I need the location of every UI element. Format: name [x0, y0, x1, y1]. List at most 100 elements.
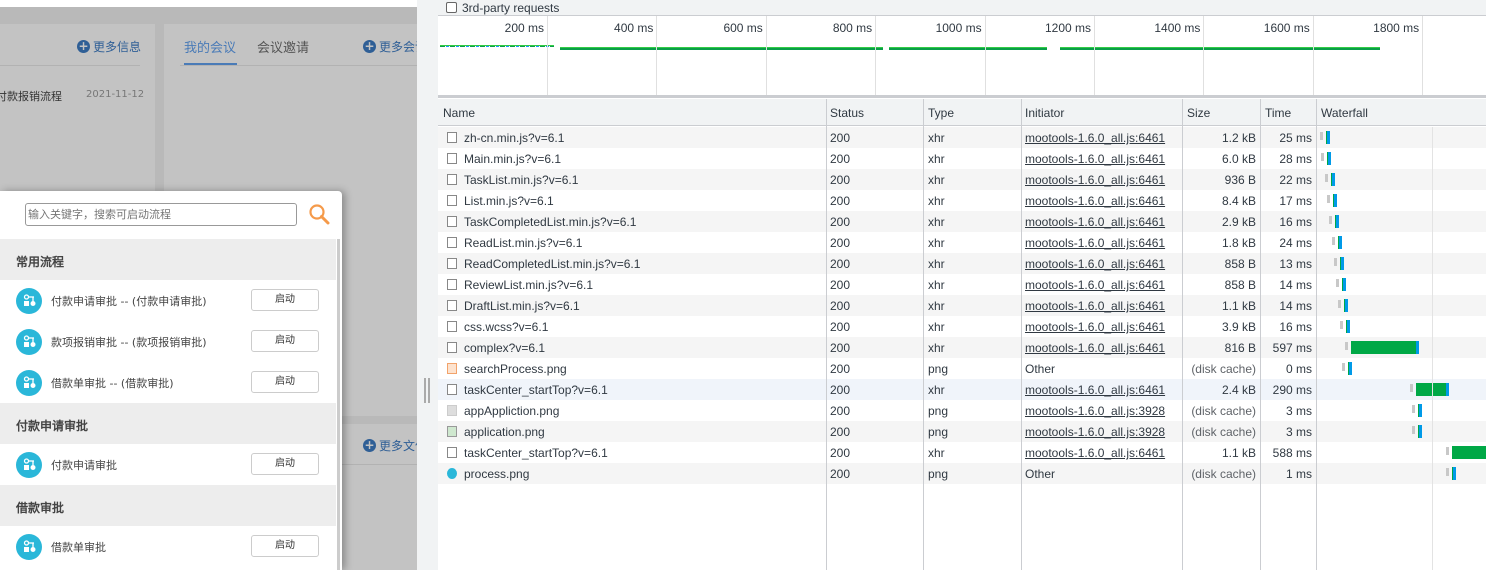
request-size: 858 B — [1224, 257, 1256, 271]
timeline-overview[interactable]: 200 ms 400 ms 600 ms 800 ms 1000 ms 1200 ms 14… — [438, 16, 1486, 98]
request-name[interactable]: TaskList.min.js?v=6.1 — [464, 173, 578, 187]
request-initiator[interactable]: mootools-1.6.0_all.js:6461 — [1025, 299, 1165, 313]
divider — [180, 65, 417, 66]
request-row[interactable]: Main.min.js?v=6.1 200 xhr mootools-1.6.0_al… — [438, 148, 1486, 169]
request-row[interactable]: zh-cn.min.js?v=6.1 200 xhr mootools-1.6.0_a… — [438, 127, 1486, 148]
request-row[interactable]: ReviewList.min.js?v=6.1 200 xhr mootools-1.… — [438, 274, 1486, 295]
request-name[interactable]: searchProcess.png — [464, 362, 567, 376]
drag-handle-icon[interactable] — [424, 378, 430, 403]
request-row[interactable]: TaskList.min.js?v=6.1 200 xhr mootools-1.6.… — [438, 169, 1486, 190]
request-row[interactable]: application.png 200 png mootools-1.6.0_all.… — [438, 421, 1486, 442]
panel-splitter[interactable] — [417, 0, 438, 570]
start-button[interactable]: 启动 — [251, 371, 319, 393]
request-name[interactable]: zh-cn.min.js?v=6.1 — [464, 131, 564, 145]
document-icon — [447, 384, 457, 395]
col-name[interactable]: Name — [443, 106, 475, 120]
request-initiator[interactable]: mootools-1.6.0_all.js:6461 — [1025, 383, 1165, 397]
process-item[interactable]: 款项报销审批 -- (款项报销审批) 启动 — [0, 321, 336, 362]
process-item[interactable]: 付款申请审批 启动 — [0, 444, 336, 485]
more-meetings-link[interactable]: +更多会议 — [363, 38, 417, 55]
request-type: png — [928, 362, 949, 376]
request-initiator[interactable]: mootools-1.6.0_all.js:6461 — [1025, 257, 1165, 271]
document-icon — [447, 258, 457, 269]
request-initiator[interactable]: mootools-1.6.0_all.js:3928 — [1025, 425, 1165, 439]
request-name[interactable]: css.wcss?v=6.1 — [464, 320, 548, 334]
request-size: 1.2 kB — [1221, 131, 1256, 145]
request-initiator[interactable]: mootools-1.6.0_all.js:6461 — [1025, 194, 1165, 208]
request-row[interactable]: taskCenter_startTop?v=6.1 200 xhr mootools-… — [438, 442, 1486, 463]
request-row[interactable]: ReadCompletedList.min.js?v=6.1 200 xhr moot… — [438, 253, 1486, 274]
waterfall-download-bar — [1419, 404, 1423, 417]
request-row[interactable]: appAppliction.png 200 png mootools-1.6.0_al… — [438, 400, 1486, 421]
process-search-input[interactable] — [25, 203, 297, 226]
col-type[interactable]: Type — [928, 106, 954, 120]
request-row[interactable]: complex?v=6.1 200 xhr mootools-1.6.0_all.js… — [438, 337, 1486, 358]
waterfall-queue-bar — [1332, 237, 1336, 245]
request-initiator[interactable]: mootools-1.6.0_all.js:6461 — [1025, 278, 1165, 292]
request-row[interactable]: process.png 200 png Other (disk cache) 1 ms — [438, 463, 1486, 484]
info-item-title[interactable]: 付款报销流程 — [0, 88, 62, 104]
request-initiator[interactable]: mootools-1.6.0_all.js:6461 — [1025, 446, 1165, 460]
request-status: 200 — [830, 446, 851, 460]
request-name[interactable]: appAppliction.png — [464, 404, 559, 418]
process-item-label: 款项报销审批 -- (款项报销审批) — [51, 336, 207, 349]
waterfall-download-bar — [1347, 320, 1350, 333]
request-name[interactable]: taskCenter_startTop?v=6.1 — [464, 383, 608, 397]
request-row[interactable]: ReadList.min.js?v=6.1 200 xhr mootools-1.6.… — [438, 232, 1486, 253]
request-row[interactable]: taskCenter_startTop?v=6.1 200 xhr mootools-… — [438, 379, 1486, 400]
checkbox[interactable] — [446, 2, 457, 13]
request-row[interactable]: searchProcess.png 200 png Other (disk cache)… — [438, 358, 1486, 379]
more-files-link[interactable]: +更多文件 — [363, 437, 417, 454]
process-flow-icon — [16, 329, 42, 355]
request-initiator[interactable]: mootools-1.6.0_all.js:6461 — [1025, 236, 1165, 250]
process-item[interactable]: 借款单审批 -- (借款审批) 启动 — [0, 362, 336, 403]
request-initiator[interactable]: mootools-1.6.0_all.js:6461 — [1025, 173, 1165, 187]
request-row[interactable]: css.wcss?v=6.1 200 xhr mootools-1.6.0_all.j… — [438, 316, 1486, 337]
request-name[interactable]: ReadCompletedList.min.js?v=6.1 — [464, 257, 640, 271]
request-name[interactable]: DraftList.min.js?v=6.1 — [464, 299, 580, 313]
request-initiator[interactable]: mootools-1.6.0_all.js:6461 — [1025, 341, 1165, 355]
request-name[interactable]: Main.min.js?v=6.1 — [464, 152, 561, 166]
third-party-filter[interactable]: 3rd-party requests — [438, 0, 1486, 16]
process-flow-icon — [16, 370, 42, 396]
start-button[interactable]: 启动 — [251, 535, 319, 557]
request-type: xhr — [928, 320, 945, 334]
request-name[interactable]: taskCenter_startTop?v=6.1 — [464, 446, 608, 460]
request-row[interactable]: DraftList.min.js?v=6.1 200 xhr mootools-1.6… — [438, 295, 1486, 316]
request-size: 816 B — [1224, 341, 1256, 355]
request-time: 13 ms — [1279, 257, 1312, 271]
more-info-link[interactable]: + 更多信息 — [77, 38, 141, 55]
request-initiator[interactable]: mootools-1.6.0_all.js:6461 — [1025, 215, 1165, 229]
request-initiator[interactable]: mootools-1.6.0_all.js:3928 — [1025, 404, 1165, 418]
request-row[interactable]: TaskCompletedList.min.js?v=6.1 200 xhr moot… — [438, 211, 1486, 232]
process-item[interactable]: 借款单审批 启动 — [0, 526, 336, 567]
tab-meeting-invites[interactable]: 会议邀请 — [257, 37, 309, 56]
scrollbar[interactable] — [337, 239, 340, 570]
request-name[interactable]: application.png — [464, 425, 545, 439]
col-time[interactable]: Time — [1265, 106, 1291, 120]
document-icon — [447, 216, 457, 227]
request-initiator: Other — [1025, 467, 1056, 481]
col-initiator[interactable]: Initiator — [1025, 106, 1064, 120]
request-name[interactable]: complex?v=6.1 — [464, 341, 545, 355]
request-name[interactable]: TaskCompletedList.min.js?v=6.1 — [464, 215, 636, 229]
request-name[interactable]: process.png — [464, 467, 529, 481]
start-button[interactable]: 启动 — [251, 453, 319, 475]
col-status[interactable]: Status — [830, 106, 864, 120]
process-item-label: 借款单审批 — [51, 541, 106, 554]
request-name[interactable]: ReviewList.min.js?v=6.1 — [464, 278, 593, 292]
col-size[interactable]: Size — [1187, 106, 1210, 120]
search-icon[interactable] — [308, 203, 330, 225]
col-waterfall[interactable]: Waterfall — [1321, 106, 1368, 120]
tab-my-meetings[interactable]: 我的会议 — [184, 37, 236, 56]
process-item[interactable]: 付款申请审批 -- (付款申请审批) 启动 — [0, 280, 336, 321]
request-initiator[interactable]: mootools-1.6.0_all.js:6461 — [1025, 320, 1165, 334]
start-button[interactable]: 启动 — [251, 289, 319, 311]
request-name[interactable]: ReadList.min.js?v=6.1 — [464, 236, 582, 250]
request-initiator[interactable]: mootools-1.6.0_all.js:6461 — [1025, 131, 1165, 145]
start-button[interactable]: 启动 — [251, 330, 319, 352]
request-name[interactable]: List.min.js?v=6.1 — [464, 194, 554, 208]
waterfall-queue-bar — [1319, 132, 1323, 140]
request-row[interactable]: List.min.js?v=6.1 200 xhr mootools-1.6.0_al… — [438, 190, 1486, 211]
request-initiator[interactable]: mootools-1.6.0_all.js:6461 — [1025, 152, 1165, 166]
